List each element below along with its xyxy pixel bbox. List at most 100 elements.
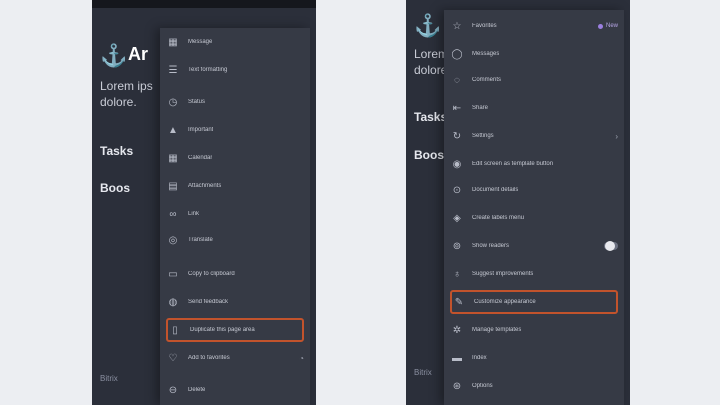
chat-icon: ◌: [454, 74, 460, 86]
menu-item-label: Message: [188, 39, 213, 45]
menu-item-label: Status: [188, 99, 206, 105]
menu-item-label: Edit screen as template button: [472, 161, 554, 167]
share-icon: ⇤: [452, 102, 462, 114]
menu-item[interactable]: ◉ Edit screen as template button: [450, 152, 618, 176]
settings-icon: ↻: [452, 130, 462, 142]
menu-item-label: Share: [472, 105, 489, 111]
message-icon: ◯: [451, 48, 463, 60]
section-heading: Tasks: [414, 110, 448, 124]
comment-icon: ◍: [168, 296, 178, 308]
menu-item-label: Copy to clipboard: [188, 271, 235, 277]
menu-item-label: Favorites: [472, 23, 497, 29]
menu-item[interactable]: ▦ Message: [166, 30, 304, 54]
background-app: ⚓ Ar Lorem ips dolore. Tasks Boos Bitrix: [92, 0, 162, 405]
app-title: Ar: [128, 44, 149, 64]
app-subtitle: Lorem ips dolore.: [100, 78, 160, 110]
menu-item-label: Calendar: [188, 155, 213, 161]
section-heading: Boos: [414, 148, 444, 162]
menu-item-label: Suggest improvements: [472, 271, 534, 277]
menu-item-label: Index: [472, 355, 487, 361]
lightbulb-icon: ♁: [453, 268, 461, 280]
menu-item[interactable]: ∞ Link: [166, 202, 304, 226]
menu-item-label: Text formatting: [188, 67, 228, 73]
menu-item-label: Messages: [472, 51, 500, 57]
app-subtitle: Lorem dolore.: [414, 46, 451, 78]
menu-item-label: Translate: [188, 237, 213, 243]
message-icon: ▦: [168, 36, 178, 48]
subtitle-line: Lorem: [414, 47, 449, 61]
help-icon[interactable]: ◔: [299, 354, 304, 363]
context-menu: ☆ Favorites New ◯ Messages ◌ Comments ⇤ Share…: [444, 10, 624, 405]
menu-item-label: Customize appearance: [474, 299, 536, 305]
clipboard-icon: ▭: [168, 268, 178, 280]
badge-label: New: [605, 23, 618, 29]
menu-item[interactable]: ⊙ Document details: [450, 178, 618, 202]
globe-icon: ◎: [168, 234, 178, 246]
menu-item[interactable]: ▦ Calendar: [166, 146, 304, 170]
menu-item-label: Show readers: [472, 243, 510, 249]
format-icon: ☰: [168, 64, 178, 76]
subtitle-line: Lorem ips: [100, 79, 153, 93]
menu-item[interactable]: ♡ Add to favorites ◔: [166, 346, 304, 370]
menu-item[interactable]: ◎ Translate: [166, 228, 304, 252]
folder-icon: ▬: [452, 352, 462, 364]
section-heading: Tasks: [100, 144, 134, 158]
chevron-right-icon: ›: [615, 131, 618, 141]
menu-item[interactable]: ☆ Favorites New: [450, 14, 618, 38]
menu-item[interactable]: ♁ Suggest improvements: [450, 262, 618, 286]
menu-item-label: Duplicate this page area: [190, 327, 255, 333]
menu-item[interactable]: ◌ Comments: [450, 68, 618, 92]
badge-dot: [597, 23, 603, 29]
menu-item-label: Important: [188, 127, 214, 133]
menu-item[interactable]: ⊛ Options: [450, 374, 618, 398]
menu-item-highlighted[interactable]: ✎ Customize appearance: [450, 290, 618, 314]
anchor-logo-icon: ⚓: [414, 13, 442, 38]
app-footer: Bitrix: [414, 368, 432, 377]
edit-icon: ◉: [452, 158, 462, 170]
subtitle-line: dolore.: [100, 95, 137, 109]
menu-item[interactable]: ◷ Status: [166, 90, 304, 114]
menu-item-label: Send feedback: [188, 299, 229, 305]
subtitle-line: dolore.: [414, 63, 451, 77]
menu-item[interactable]: ▬ Index: [450, 346, 618, 370]
menu-item[interactable]: ▤ Attachments: [166, 174, 304, 198]
menu-item-label: Comments: [472, 77, 502, 83]
menu-item[interactable]: ⊚ Show readers: [450, 234, 618, 258]
menu-item-label: Manage templates: [472, 327, 522, 333]
menu-item-highlighted[interactable]: ▯ Duplicate this page area: [166, 318, 304, 342]
menu-item[interactable]: ↻ Settings ›: [450, 124, 618, 148]
gear-icon: ✲: [452, 324, 462, 336]
copy-icon: ▯: [172, 324, 178, 336]
pencil-icon: ✎: [454, 296, 464, 308]
section-heading: Boos: [100, 181, 130, 195]
menu-item[interactable]: ▲ Important: [166, 118, 304, 142]
context-menu: ▦ Message ☰ Text formatting ◷ Status ▲ Impor…: [160, 28, 310, 405]
menu-item[interactable]: ◯ Messages: [450, 42, 618, 66]
menu-item[interactable]: ☰ Text formatting: [166, 58, 304, 82]
tag-icon: ◈: [453, 212, 461, 224]
menu-item[interactable]: ◈ Create labels menu: [450, 206, 618, 230]
app-footer: Bitrix: [100, 374, 118, 383]
trash-icon: ⊖: [168, 384, 178, 396]
phone-screen-right: ⚓ Lorem dolore. Tasks Boos Bitrix ☆ Favor…: [406, 0, 630, 405]
info-icon: ⊙: [452, 184, 462, 196]
logout-icon: ⊛: [452, 380, 462, 392]
menu-item[interactable]: ⊖ Delete: [166, 378, 304, 402]
menu-item[interactable]: ⇤ Share: [450, 96, 618, 120]
menu-item[interactable]: ▭ Copy to clipboard: [166, 262, 304, 286]
new-badge: New: [597, 23, 618, 29]
menu-item-label: Attachments: [188, 183, 222, 189]
menu-item-label: Create labels menu: [472, 215, 525, 221]
anchor-logo-icon: ⚓: [100, 43, 128, 68]
menu-item[interactable]: ◍ Send feedback: [166, 290, 304, 314]
heart-icon: ♡: [168, 352, 178, 364]
tag-icon: ▤: [168, 180, 178, 192]
menu-item-label: Add to favorites: [188, 355, 230, 361]
menu-item-label: Settings: [472, 133, 494, 139]
menu-item[interactable]: ✲ Manage templates: [450, 318, 618, 342]
toggle-switch[interactable]: [604, 241, 618, 251]
phone-screen-left: ⚓ Ar Lorem ips dolore. Tasks Boos Bitrix…: [92, 0, 316, 405]
menu-item-label: Link: [188, 211, 200, 217]
flag-icon: ▲: [168, 124, 178, 136]
link-icon: ∞: [169, 208, 177, 220]
